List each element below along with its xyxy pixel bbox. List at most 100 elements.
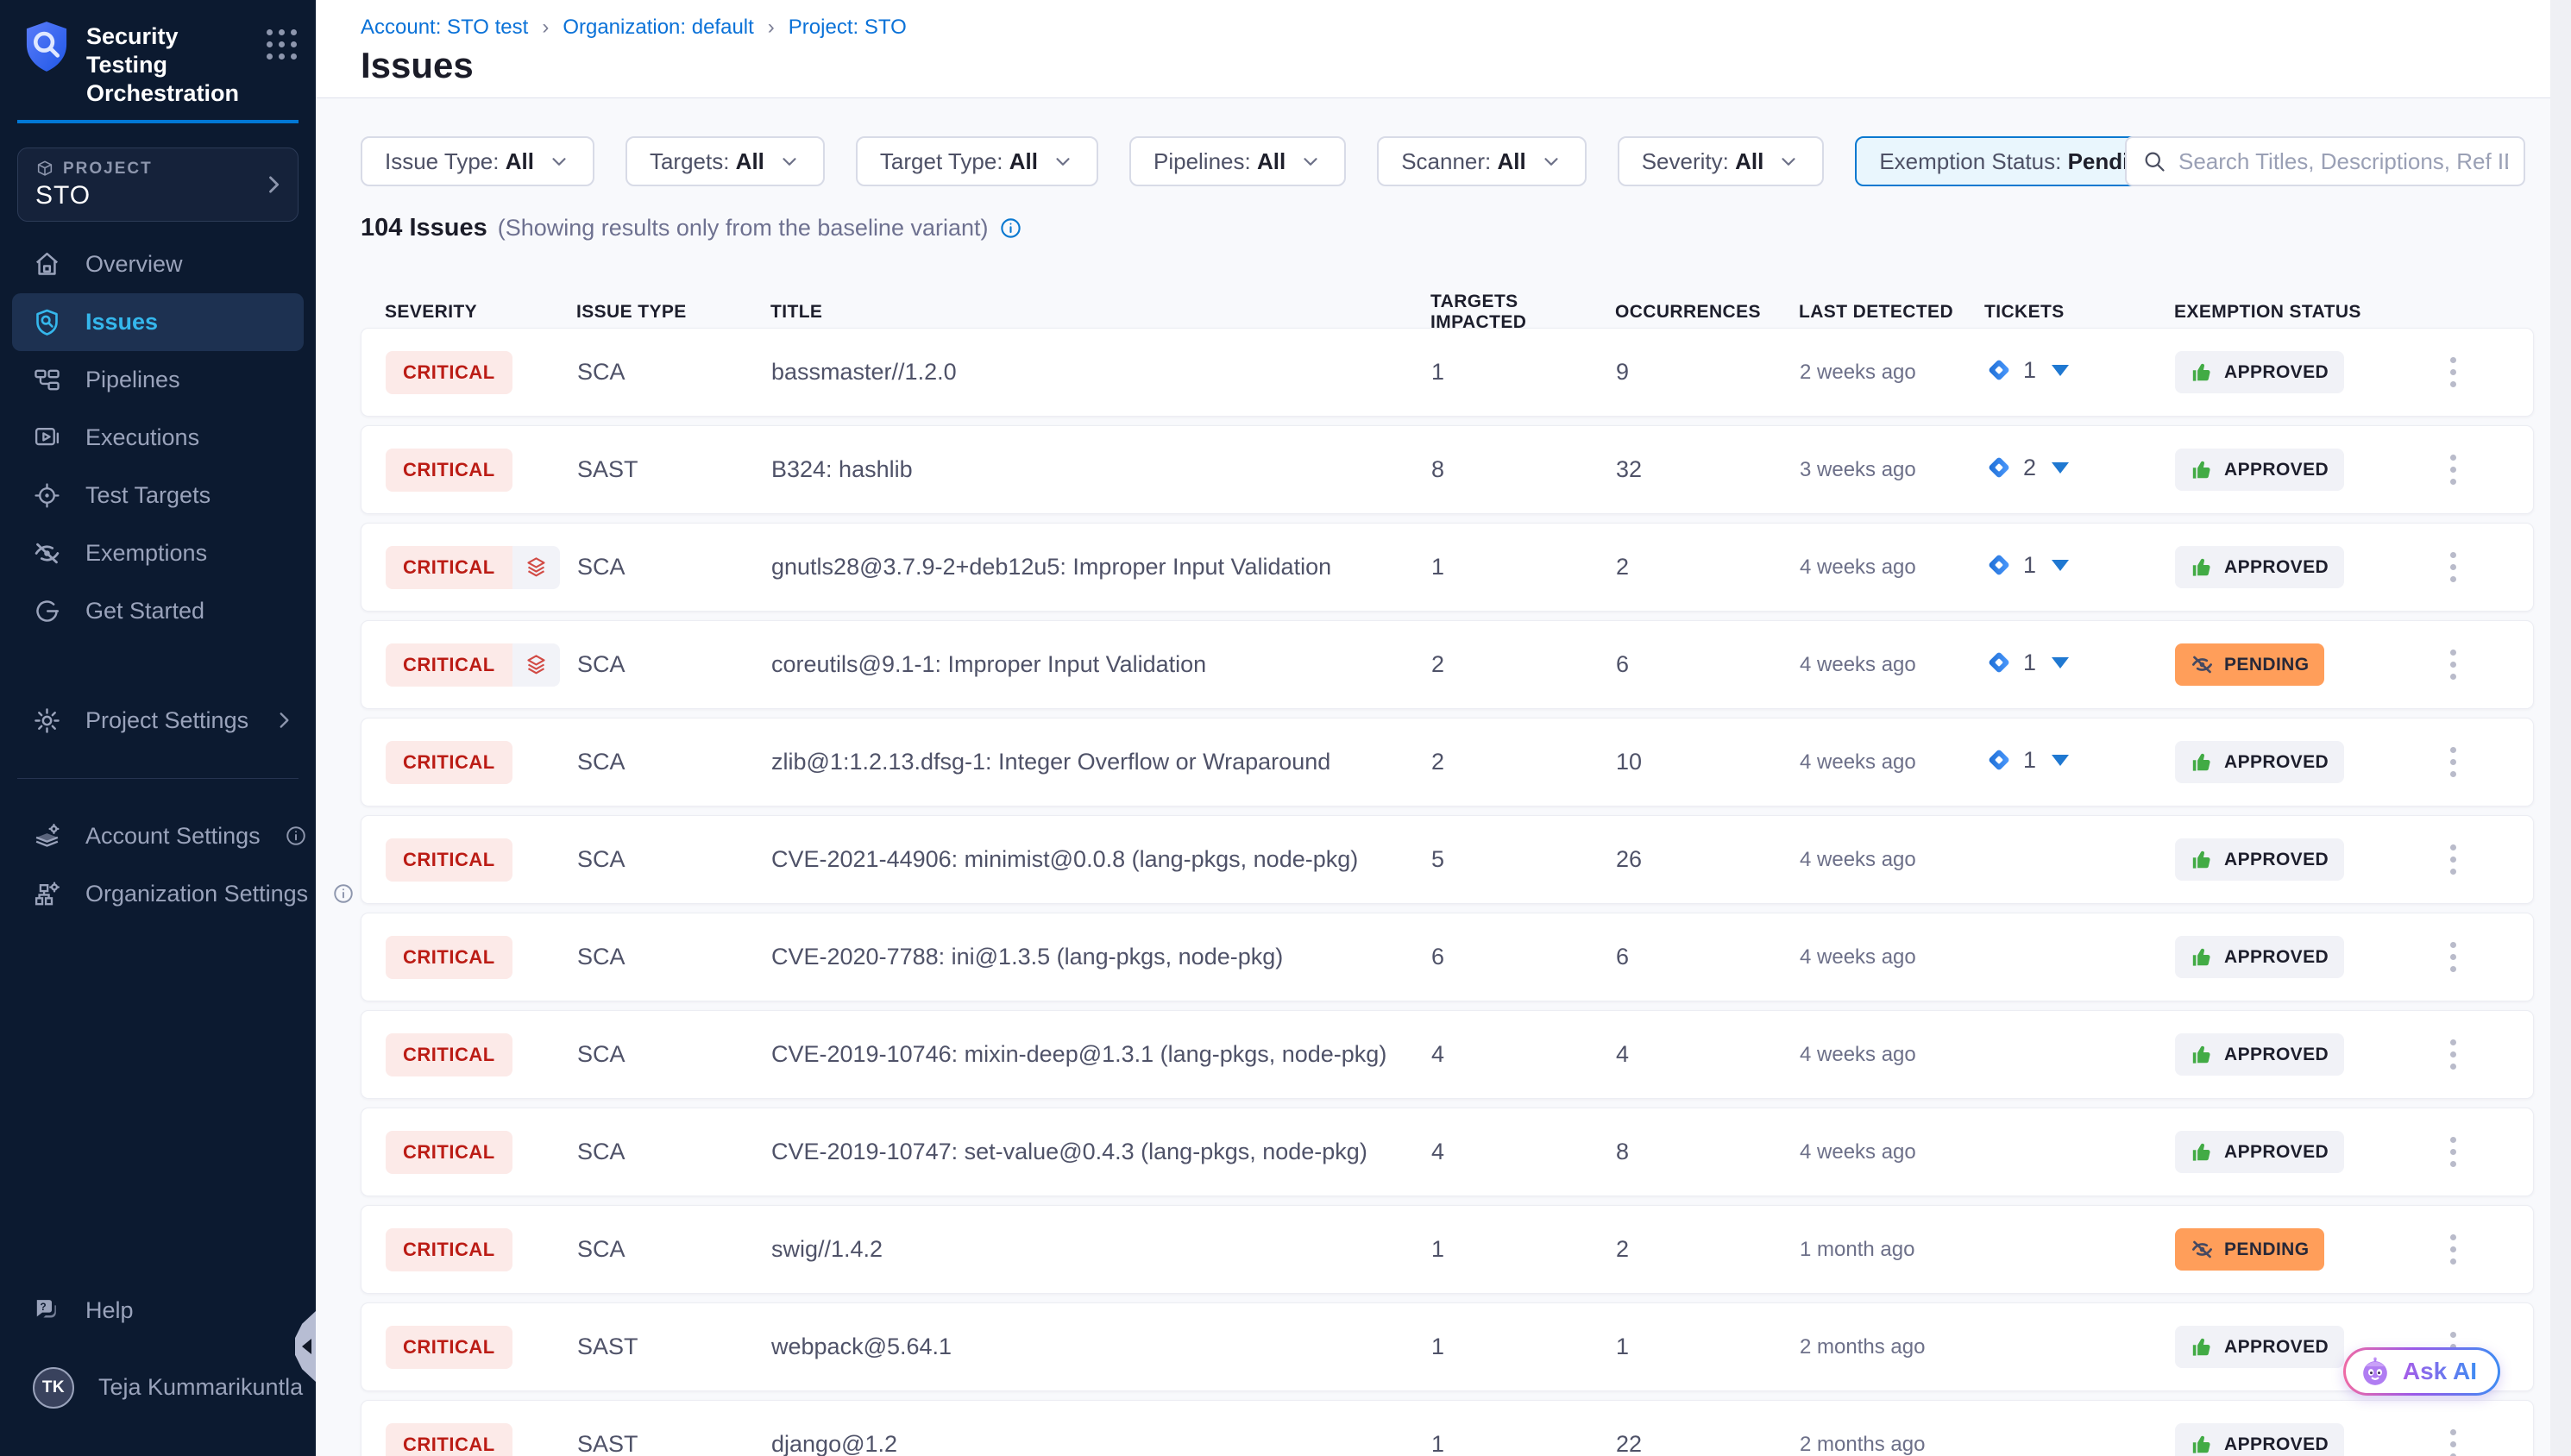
issue-row[interactable]: CRITICAL SCA CVE-2021-44906: minimist@0.… <box>361 815 2534 904</box>
issue-row[interactable]: CRITICAL SCA gnutls28@3.7.9-2+deb12u5: I… <box>361 523 2534 612</box>
filter-pipelines[interactable]: Pipelines: All <box>1129 136 1346 186</box>
exemption-status-badge: PENDING <box>2175 643 2324 686</box>
issue-title: coreutils@9.1-1: Improper Input Validati… <box>771 651 1431 678</box>
column-header-exemption-status: EXEMPTION STATUS <box>2174 302 2433 323</box>
issue-title: CVE-2019-10746: mixin-deep@1.3.1 (lang-p… <box>771 1041 1431 1068</box>
thumbs-up-icon <box>2191 1140 2214 1164</box>
issue-row[interactable]: CRITICAL SCA coreutils@9.1-1: Improper I… <box>361 620 2534 709</box>
sidebar-item-organization-settings[interactable]: Organization Settings <box>0 865 316 923</box>
row-menu-button[interactable] <box>2434 1429 2472 1456</box>
sidebar-divider <box>17 778 299 779</box>
severity-badge: CRITICAL <box>386 741 512 784</box>
row-menu-button[interactable] <box>2434 844 2472 875</box>
filter-scanner[interactable]: Scanner: All <box>1377 136 1587 186</box>
help-chat-icon: ? <box>33 1296 61 1325</box>
help-button[interactable]: ? Help <box>0 1282 316 1340</box>
sidebar-item-test-targets[interactable]: Test Targets <box>0 467 316 524</box>
chevron-right-icon <box>273 709 295 731</box>
chevron-down-icon <box>548 150 570 173</box>
row-menu-button[interactable] <box>2434 455 2472 485</box>
sidebar-item-pipelines[interactable]: Pipelines <box>0 351 316 409</box>
eye-off-icon <box>2191 653 2214 676</box>
targets-impacted: 1 <box>1431 359 1616 386</box>
issue-row[interactable]: CRITICAL SCA zlib@1:1.2.13.dfsg-1: Integ… <box>361 718 2534 806</box>
issue-row[interactable]: CRITICAL SCA bassmaster//1.2.0 1 9 2 wee… <box>361 328 2534 417</box>
sidebar-item-executions[interactable]: Executions <box>0 409 316 467</box>
filter-targets[interactable]: Targets: All <box>625 136 825 186</box>
ticket-chip[interactable]: 1 <box>1985 551 2069 579</box>
row-menu-button[interactable] <box>2434 650 2472 680</box>
caret-down-icon[interactable] <box>2052 462 2069 474</box>
filter-issue-type[interactable]: Issue Type: All <box>361 136 594 186</box>
ticket-chip[interactable]: 2 <box>1985 454 2069 481</box>
row-menu-button[interactable] <box>2434 552 2472 582</box>
ask-ai-button[interactable]: Ask AI <box>2343 1347 2500 1396</box>
chevron-down-icon <box>1052 150 1074 173</box>
issue-row[interactable]: CRITICAL SAST webpack@5.64.1 1 1 2 month… <box>361 1302 2534 1391</box>
occurrences: 9 <box>1616 359 1800 386</box>
info-icon[interactable] <box>332 882 355 905</box>
issue-type: SCA <box>577 944 771 970</box>
severity-badge: CRITICAL <box>386 546 560 589</box>
filter-target-type[interactable]: Target Type: All <box>856 136 1098 186</box>
row-menu-button[interactable] <box>2434 1234 2472 1265</box>
filter-severity[interactable]: Severity: All <box>1618 136 1825 186</box>
sidebar-item-project-settings[interactable]: Project Settings <box>0 692 316 750</box>
ticket-chip[interactable]: 1 <box>1985 746 2069 774</box>
breadcrumb-project-link[interactable]: Project: STO <box>789 16 907 40</box>
exemption-status-badge: APPROVED <box>2175 1131 2344 1173</box>
row-menu-button[interactable] <box>2434 1039 2472 1070</box>
targets-impacted: 4 <box>1431 1139 1616 1165</box>
issue-row[interactable]: CRITICAL SAST B324: hashlib 8 32 3 weeks… <box>361 425 2534 514</box>
row-menu-button[interactable] <box>2434 747 2472 777</box>
issue-row[interactable]: CRITICAL SCA CVE-2019-10747: set-value@0… <box>361 1108 2534 1196</box>
search-input[interactable] <box>2178 148 2508 175</box>
caret-down-icon[interactable] <box>2052 755 2069 766</box>
issue-row[interactable]: CRITICAL SCA CVE-2019-10746: mixin-deep@… <box>361 1010 2534 1099</box>
sidebar-item-exemptions[interactable]: Exemptions <box>0 524 316 582</box>
severity-badge: CRITICAL <box>386 1326 512 1369</box>
exemption-status-badge: APPROVED <box>2175 1423 2344 1456</box>
row-menu-button[interactable] <box>2434 942 2472 972</box>
sidebar-item-get-started[interactable]: Get Started <box>0 582 316 640</box>
sidebar-item-issues[interactable]: Issues <box>12 293 304 351</box>
page-scrollbar[interactable] <box>2550 0 2571 1456</box>
info-icon[interactable] <box>999 217 1022 240</box>
severity-badge: CRITICAL <box>386 351 512 394</box>
table-header-row: SEVERITYISSUE TYPETITLETARGETS IMPACTEDO… <box>361 292 2534 333</box>
breadcrumb-account-link[interactable]: Account: STO test <box>361 16 528 40</box>
caret-down-icon[interactable] <box>2052 365 2069 376</box>
thumbs-up-icon <box>2191 945 2214 969</box>
targets-impacted: 8 <box>1431 456 1616 483</box>
exemption-status-badge: PENDING <box>2175 1228 2324 1271</box>
jira-icon <box>1985 551 2013 579</box>
ticket-chip[interactable]: 1 <box>1985 649 2069 676</box>
exemption-status-badge: APPROVED <box>2175 546 2344 588</box>
ticket-chip[interactable]: 1 <box>1985 356 2069 384</box>
sidebar-item-label: Overview <box>85 251 183 278</box>
caret-down-icon[interactable] <box>2052 657 2069 668</box>
issue-row[interactable]: CRITICAL SCA CVE-2020-7788: ini@1.3.5 (l… <box>361 913 2534 1001</box>
issue-title: B324: hashlib <box>771 456 1431 483</box>
module-grid-icon[interactable] <box>267 29 297 60</box>
issue-row[interactable]: CRITICAL SAST django@1.2 1 22 2 months a… <box>361 1400 2534 1456</box>
caret-down-icon[interactable] <box>2052 560 2069 571</box>
sidebar-item-label: Executions <box>85 424 199 451</box>
row-menu-button[interactable] <box>2434 357 2472 387</box>
sidebar-item-overview[interactable]: Overview <box>0 235 316 293</box>
sidebar-item-label: Organization Settings <box>85 881 308 907</box>
issue-title: CVE-2020-7788: ini@1.3.5 (lang-pkgs, nod… <box>771 944 1431 970</box>
app-title: Security Testing Orchestration <box>86 21 251 108</box>
thumbs-up-icon <box>2191 555 2214 579</box>
thumbs-up-icon <box>2191 1433 2214 1456</box>
issue-title: gnutls28@3.7.9-2+deb12u5: Improper Input… <box>771 554 1431 581</box>
account-layers-icon <box>33 822 61 850</box>
issue-row[interactable]: CRITICAL SCA swig//1.4.2 1 2 1 month ago… <box>361 1205 2534 1294</box>
main-area: Account: STO test › Organization: defaul… <box>316 0 2571 1456</box>
user-menu[interactable]: TK Teja Kummarikuntla <box>0 1359 316 1416</box>
project-selector[interactable]: PROJECT STO <box>17 147 299 222</box>
row-menu-button[interactable] <box>2434 1137 2472 1167</box>
info-icon[interactable] <box>285 825 307 847</box>
breadcrumb-organization-link[interactable]: Organization: default <box>563 16 753 40</box>
sidebar-item-account-settings[interactable]: Account Settings <box>0 807 316 865</box>
